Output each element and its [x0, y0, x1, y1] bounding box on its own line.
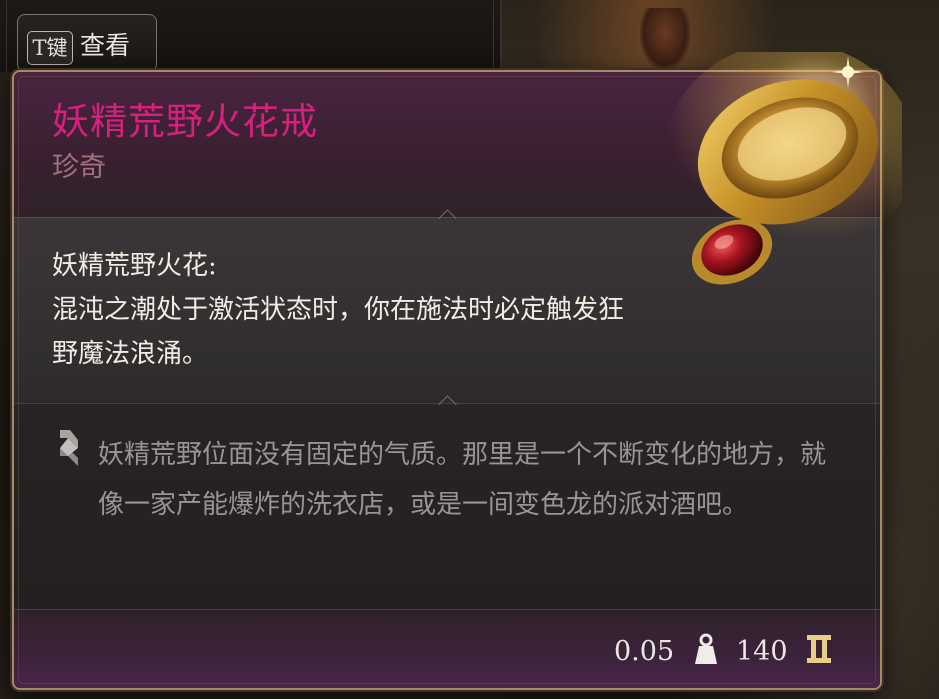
lore-text: 妖精荒野位面没有固定的气质。那里是一个不断变化的地方，就像一家产能爆炸的洗衣店，…	[98, 440, 827, 520]
gold-value: 140	[736, 636, 788, 667]
key-badge: T键	[27, 31, 73, 65]
weight-value: 0.05	[614, 636, 675, 667]
game-screen: T键 查看 妖精荒野火花戒 珍奇 妖精荒野火花: 混沌之潮处于激活状态时，你在施…	[0, 0, 939, 699]
weight-icon	[695, 633, 717, 664]
inspect-hint-label: 查看	[80, 31, 131, 60]
gold-coin-icon	[807, 635, 831, 663]
item-name: 妖精荒野火花戒	[52, 100, 318, 143]
gold-ring-red-gem-icon	[665, 52, 902, 285]
item-rarity: 珍奇	[52, 152, 106, 183]
ability-description: 混沌之潮处于激活状态时，你在施法时必定触发狂野魔法浪涌。	[52, 295, 625, 369]
ability-title: 妖精荒野火花:	[52, 251, 217, 281]
inspect-hint[interactable]: T键 查看	[17, 14, 157, 72]
quote-scroll-icon	[60, 430, 78, 466]
